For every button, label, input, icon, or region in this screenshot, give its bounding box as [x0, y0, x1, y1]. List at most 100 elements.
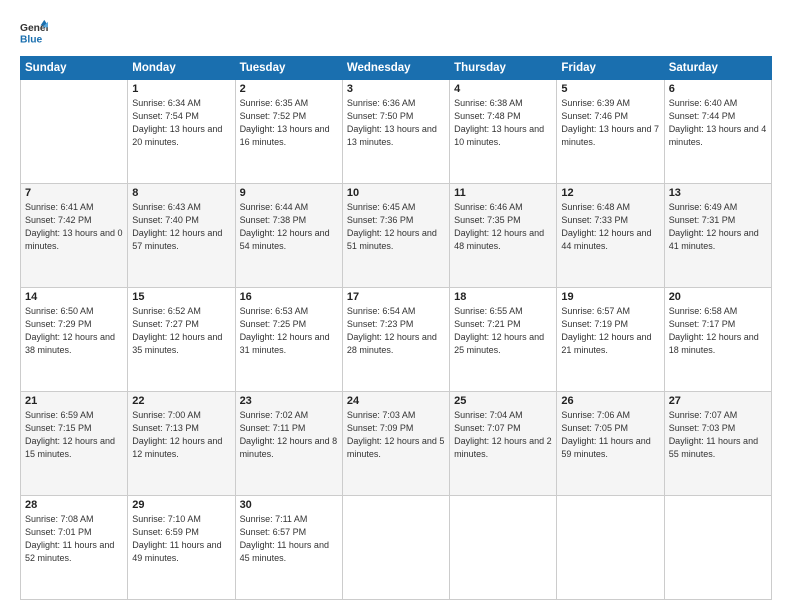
- cell-sun-info: Sunrise: 7:02 AM Sunset: 7:11 PM Dayligh…: [240, 409, 338, 461]
- cell-sun-info: Sunrise: 6:49 AM Sunset: 7:31 PM Dayligh…: [669, 201, 767, 253]
- calendar-week-5: 28Sunrise: 7:08 AM Sunset: 7:01 PM Dayli…: [21, 496, 772, 600]
- day-number: 3: [347, 83, 445, 95]
- day-number: 20: [669, 291, 767, 303]
- cell-sun-info: Sunrise: 6:46 AM Sunset: 7:35 PM Dayligh…: [454, 201, 552, 253]
- cell-sun-info: Sunrise: 6:55 AM Sunset: 7:21 PM Dayligh…: [454, 305, 552, 357]
- page-header: General Blue: [20, 18, 772, 46]
- weekday-header-monday: Monday: [128, 57, 235, 80]
- cell-sun-info: Sunrise: 6:41 AM Sunset: 7:42 PM Dayligh…: [25, 201, 123, 253]
- cell-sun-info: Sunrise: 6:38 AM Sunset: 7:48 PM Dayligh…: [454, 97, 552, 149]
- calendar-cell: [557, 496, 664, 600]
- cell-sun-info: Sunrise: 6:36 AM Sunset: 7:50 PM Dayligh…: [347, 97, 445, 149]
- calendar-cell: 15Sunrise: 6:52 AM Sunset: 7:27 PM Dayli…: [128, 288, 235, 392]
- cell-sun-info: Sunrise: 6:45 AM Sunset: 7:36 PM Dayligh…: [347, 201, 445, 253]
- calendar-cell: 2 Sunrise: 6:35 AM Sunset: 7:52 PM Daylig…: [235, 80, 342, 184]
- day-number: 21: [25, 395, 123, 407]
- weekday-header-thursday: Thursday: [450, 57, 557, 80]
- calendar-cell: [342, 496, 449, 600]
- calendar-cell: 1Sunrise: 6:34 AM Sunset: 7:54 PM Daylig…: [128, 80, 235, 184]
- cell-sun-info: Sunrise: 6:52 AM Sunset: 7:27 PM Dayligh…: [132, 305, 230, 357]
- cell-sun-info: Sunrise: 7:07 AM Sunset: 7:03 PM Dayligh…: [669, 409, 767, 461]
- cell-sun-info: Sunrise: 6:34 AM Sunset: 7:54 PM Dayligh…: [132, 97, 230, 149]
- weekday-header-row: SundayMondayTuesdayWednesdayThursdayFrid…: [21, 57, 772, 80]
- calendar-week-4: 21 Sunrise: 6:59 AM Sunset: 7:15 PM Dayli…: [21, 392, 772, 496]
- cell-sun-info: Sunrise: 6:39 AM Sunset: 7:46 PM Dayligh…: [561, 97, 659, 149]
- calendar-cell: 26 Sunrise: 7:06 AM Sunset: 7:05 PM Dayli…: [557, 392, 664, 496]
- day-number: 7: [25, 187, 123, 199]
- cell-sun-info: Sunrise: 6:54 AM Sunset: 7:23 PM Dayligh…: [347, 305, 445, 357]
- calendar-week-2: 7 Sunrise: 6:41 AM Sunset: 7:42 PM Daylig…: [21, 184, 772, 288]
- cell-sun-info: Sunrise: 6:57 AM Sunset: 7:19 PM Dayligh…: [561, 305, 659, 357]
- day-number: 27: [669, 395, 767, 407]
- weekday-header-sunday: Sunday: [21, 57, 128, 80]
- calendar-cell: 6Sunrise: 6:40 AM Sunset: 7:44 PM Daylig…: [664, 80, 771, 184]
- day-number: 23: [240, 395, 338, 407]
- day-number: 9: [240, 187, 338, 199]
- calendar-cell: 27 Sunrise: 7:07 AM Sunset: 7:03 PM Dayli…: [664, 392, 771, 496]
- calendar-cell: [21, 80, 128, 184]
- day-number: 8: [132, 187, 230, 199]
- calendar-cell: 29 Sunrise: 7:10 AM Sunset: 6:59 PM Dayli…: [128, 496, 235, 600]
- weekday-header-wednesday: Wednesday: [342, 57, 449, 80]
- day-number: 4: [454, 83, 552, 95]
- day-number: 16: [240, 291, 338, 303]
- day-number: 17: [347, 291, 445, 303]
- calendar-cell: 14 Sunrise: 6:50 AM Sunset: 7:29 PM Dayli…: [21, 288, 128, 392]
- day-number: 5: [561, 83, 659, 95]
- calendar-cell: 7 Sunrise: 6:41 AM Sunset: 7:42 PM Daylig…: [21, 184, 128, 288]
- cell-sun-info: Sunrise: 7:11 AM Sunset: 6:57 PM Dayligh…: [240, 513, 338, 565]
- day-number: 12: [561, 187, 659, 199]
- calendar-cell: 17 Sunrise: 6:54 AM Sunset: 7:23 PM Dayli…: [342, 288, 449, 392]
- svg-text:Blue: Blue: [20, 34, 43, 45]
- cell-sun-info: Sunrise: 7:06 AM Sunset: 7:05 PM Dayligh…: [561, 409, 659, 461]
- cell-sun-info: Sunrise: 6:50 AM Sunset: 7:29 PM Dayligh…: [25, 305, 123, 357]
- day-number: 25: [454, 395, 552, 407]
- day-number: 10: [347, 187, 445, 199]
- calendar-cell: 24 Sunrise: 7:03 AM Sunset: 7:09 PM Dayli…: [342, 392, 449, 496]
- day-number: 26: [561, 395, 659, 407]
- logo: General Blue: [20, 18, 48, 46]
- calendar-cell: 28Sunrise: 7:08 AM Sunset: 7:01 PM Dayli…: [21, 496, 128, 600]
- cell-sun-info: Sunrise: 7:03 AM Sunset: 7:09 PM Dayligh…: [347, 409, 445, 461]
- calendar-cell: 13Sunrise: 6:49 AM Sunset: 7:31 PM Dayli…: [664, 184, 771, 288]
- calendar-cell: 11 Sunrise: 6:46 AM Sunset: 7:35 PM Dayli…: [450, 184, 557, 288]
- day-number: 2: [240, 83, 338, 95]
- day-number: 29: [132, 499, 230, 511]
- cell-sun-info: Sunrise: 6:48 AM Sunset: 7:33 PM Dayligh…: [561, 201, 659, 253]
- calendar-cell: 23 Sunrise: 7:02 AM Sunset: 7:11 PM Dayli…: [235, 392, 342, 496]
- weekday-header-saturday: Saturday: [664, 57, 771, 80]
- day-number: 22: [132, 395, 230, 407]
- weekday-header-friday: Friday: [557, 57, 664, 80]
- day-number: 6: [669, 83, 767, 95]
- cell-sun-info: Sunrise: 7:10 AM Sunset: 6:59 PM Dayligh…: [132, 513, 230, 565]
- calendar-cell: 30Sunrise: 7:11 AM Sunset: 6:57 PM Dayli…: [235, 496, 342, 600]
- cell-sun-info: Sunrise: 6:53 AM Sunset: 7:25 PM Dayligh…: [240, 305, 338, 357]
- weekday-header-tuesday: Tuesday: [235, 57, 342, 80]
- day-number: 24: [347, 395, 445, 407]
- calendar-page: General Blue SundayMondayTuesdayWednesda…: [0, 0, 792, 612]
- calendar-cell: 5 Sunrise: 6:39 AM Sunset: 7:46 PM Daylig…: [557, 80, 664, 184]
- calendar-cell: 19 Sunrise: 6:57 AM Sunset: 7:19 PM Dayli…: [557, 288, 664, 392]
- calendar-cell: 8 Sunrise: 6:43 AM Sunset: 7:40 PM Daylig…: [128, 184, 235, 288]
- cell-sun-info: Sunrise: 6:58 AM Sunset: 7:17 PM Dayligh…: [669, 305, 767, 357]
- cell-sun-info: Sunrise: 6:43 AM Sunset: 7:40 PM Dayligh…: [132, 201, 230, 253]
- day-number: 14: [25, 291, 123, 303]
- day-number: 19: [561, 291, 659, 303]
- calendar-cell: 4 Sunrise: 6:38 AM Sunset: 7:48 PM Daylig…: [450, 80, 557, 184]
- calendar-cell: 3 Sunrise: 6:36 AM Sunset: 7:50 PM Daylig…: [342, 80, 449, 184]
- calendar-cell: [664, 496, 771, 600]
- cell-sun-info: Sunrise: 6:44 AM Sunset: 7:38 PM Dayligh…: [240, 201, 338, 253]
- calendar-cell: 22 Sunrise: 7:00 AM Sunset: 7:13 PM Dayli…: [128, 392, 235, 496]
- cell-sun-info: Sunrise: 6:35 AM Sunset: 7:52 PM Dayligh…: [240, 97, 338, 149]
- day-number: 11: [454, 187, 552, 199]
- calendar-cell: 21 Sunrise: 6:59 AM Sunset: 7:15 PM Dayli…: [21, 392, 128, 496]
- cell-sun-info: Sunrise: 7:08 AM Sunset: 7:01 PM Dayligh…: [25, 513, 123, 565]
- calendar-week-3: 14 Sunrise: 6:50 AM Sunset: 7:29 PM Dayli…: [21, 288, 772, 392]
- cell-sun-info: Sunrise: 7:00 AM Sunset: 7:13 PM Dayligh…: [132, 409, 230, 461]
- calendar-cell: 9 Sunrise: 6:44 AM Sunset: 7:38 PM Daylig…: [235, 184, 342, 288]
- cell-sun-info: Sunrise: 7:04 AM Sunset: 7:07 PM Dayligh…: [454, 409, 552, 461]
- calendar-cell: 10 Sunrise: 6:45 AM Sunset: 7:36 PM Dayli…: [342, 184, 449, 288]
- calendar-cell: 25 Sunrise: 7:04 AM Sunset: 7:07 PM Dayli…: [450, 392, 557, 496]
- calendar-week-1: 1Sunrise: 6:34 AM Sunset: 7:54 PM Daylig…: [21, 80, 772, 184]
- cell-sun-info: Sunrise: 6:59 AM Sunset: 7:15 PM Dayligh…: [25, 409, 123, 461]
